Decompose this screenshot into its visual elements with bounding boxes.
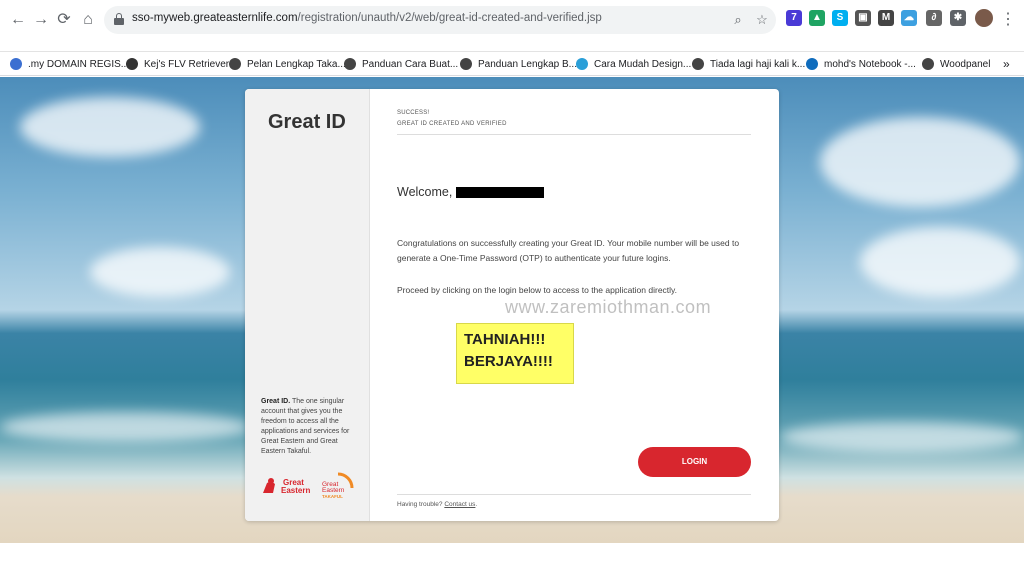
back-icon[interactable]: ← [6,8,30,32]
bookmark-label: Kej's FLV Retriever [144,58,230,70]
bookmark-label: mohd's Notebook -... [824,58,916,70]
bookmark-label: Panduan Lengkap B... [478,58,577,70]
footer-divider [397,494,751,495]
bookmark-label: Panduan Cara Buat... [362,58,459,70]
bookmark-item[interactable]: .my DOMAIN REGIS... [10,56,129,72]
bookmark-favicon-icon [10,58,22,70]
extension-badge-icon[interactable]: 7 [786,10,802,26]
bookmark-favicon-icon [576,58,588,70]
bookmark-item[interactable]: Panduan Lengkap B... [460,56,577,72]
bookmark-item[interactable]: Cara Mudah Design... [576,56,691,72]
browser-window: ← → ⟳ ⌂ sso-myweb.greateasternlife.com/r… [0,0,1024,576]
skype-icon[interactable]: S [832,10,848,26]
svg-text:TAKAFUL: TAKAFUL [322,494,343,499]
zoom-icon[interactable]: ⌕ [728,10,748,30]
bookmarks-bar: » .my DOMAIN REGIS... Kej's FLV Retriever… [0,52,1024,76]
contact-us-link[interactable]: Contact us [444,501,475,508]
bookmark-item[interactable]: mohd's Notebook -... [806,56,916,72]
cloud-icon[interactable]: ☁ [901,10,917,26]
takaful-logo: Great Eastern TAKAFUL [322,472,354,499]
puzzle-icon[interactable]: ✱ [950,10,966,26]
bookmark-label: Cara Mudah Design... [594,58,692,70]
bookmark-favicon-icon [460,58,472,70]
script-icon[interactable]: ∂ [926,10,942,26]
success-label: SUCCESS! [397,110,430,116]
menu-icon[interactable]: ⋮ [996,8,1020,32]
bookmark-item[interactable]: Panduan Cara Buat... [344,56,458,72]
watermark-text: www.zaremiothman.com [505,297,712,317]
bookmark-item[interactable]: Kej's FLV Retriever [126,56,229,72]
card-content: SUCCESS! GREAT ID CREATED AND VERIFIED W… [397,89,751,521]
lock-icon [114,13,124,25]
help-text: Having trouble? Contact us. [397,501,478,508]
header-divider [397,134,751,135]
url-text: sso-myweb.greateasternlife.com/registrat… [132,12,602,24]
success-card: Great ID Great ID. The one singular acco… [245,89,779,521]
great-eastern-logo: Great Eastern [263,478,310,495]
success-subtitle: GREAT ID CREATED AND VERIFIED [397,121,507,127]
bookmark-label: .my DOMAIN REGIS... [28,58,130,70]
bookmark-favicon-icon [806,58,818,70]
congrats-sticky-note: TAHNIAH!!! BERJAYA!!!! [456,323,574,384]
bookmark-favicon-icon [692,58,704,70]
bookmark-favicon-icon [922,58,934,70]
home-icon[interactable]: ⌂ [76,8,100,32]
sidebar-title: Great ID [268,111,346,133]
bookmark-favicon-icon [229,58,241,70]
svg-text:Eastern: Eastern [322,487,345,494]
login-button[interactable]: LOGIN [638,447,751,477]
redacted-name [456,186,545,198]
bookmark-label: Woodpanel [940,58,991,70]
screenshot-icon[interactable]: ▣ [855,10,871,26]
page-footer-area [0,543,1024,576]
bookmark-item[interactable]: Pelan Lengkap Taka... [229,56,346,72]
profile-avatar[interactable] [975,9,993,27]
congrats-text: Congratulations on successfully creating… [397,238,740,263]
forward-icon[interactable]: → [29,8,53,32]
svg-text:Eastern: Eastern [281,486,310,495]
bookmark-label: Pelan Lengkap Taka... [247,58,346,70]
proceed-text: Proceed by clicking on the login below t… [397,285,678,295]
card-sidebar: Great ID Great ID. The one singular acco… [245,89,370,521]
bookmark-item[interactable]: Tiada lagi haji kali k... [692,56,805,72]
bookmark-item[interactable]: Woodpanel [922,56,990,72]
bookmark-favicon-icon [344,58,356,70]
welcome-heading: Welcome, [397,185,545,199]
bookmark-favicon-icon [126,58,138,70]
gmail-icon[interactable]: M [878,10,894,26]
browser-toolbar: ← → ⟳ ⌂ sso-myweb.greateasternlife.com/r… [0,0,1024,52]
reload-icon[interactable]: ⟳ [52,8,76,32]
sidebar-description: Great ID. The one singular account that … [261,398,350,455]
address-bar[interactable]: sso-myweb.greateasternlife.com/registrat… [104,6,776,34]
sticky-line-1: TAHNIAH!!! [464,331,546,348]
bookmark-label: Tiada lagi haji kali k... [710,58,806,70]
drive-icon[interactable]: ▲ [809,10,825,26]
bookmark-star-icon[interactable]: ☆ [752,10,772,30]
sticky-line-2: BERJAYA!!!! [464,353,553,370]
bookmarks-more-icon[interactable]: » [1003,56,1010,72]
